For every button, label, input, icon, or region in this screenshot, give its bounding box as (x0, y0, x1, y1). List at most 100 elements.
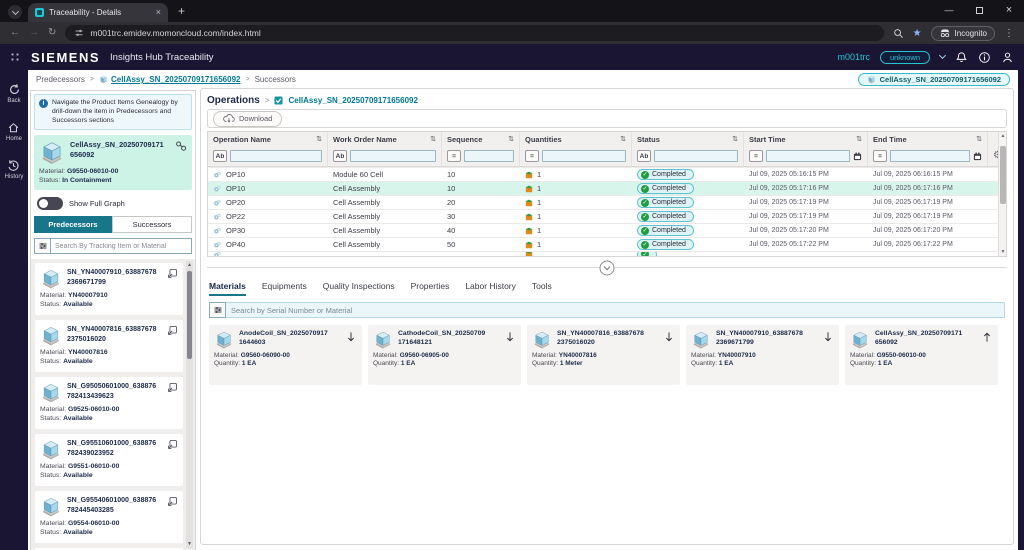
browser-menu-icon[interactable]: ⋮ (1004, 28, 1014, 39)
drill-down-icon[interactable] (167, 382, 178, 393)
calendar-icon[interactable] (973, 152, 982, 161)
drill-down-icon[interactable] (167, 325, 178, 336)
list-item[interactable]: SN_G95510601000_638876782439023952 Mater… (35, 434, 183, 486)
col-operation-name[interactable]: Operation Name (213, 135, 271, 144)
show-full-graph-toggle[interactable] (37, 197, 63, 210)
new-tab-button[interactable]: + (178, 4, 185, 18)
sort-icon[interactable]: ⇅ (856, 135, 862, 143)
operation-row[interactable]: OP10 Module 60 Cell 10 1 ✓Completed Jul … (208, 167, 1006, 181)
drill-down-icon[interactable] (167, 268, 178, 279)
close-button[interactable]: × (994, 0, 1024, 20)
context-item-pill[interactable]: CellAssy_SN_20250709171656092 (858, 73, 1010, 86)
list-item[interactable]: SN_YN40007910_638876782369671799 Materia… (35, 263, 183, 315)
operation-row[interactable]: OP30 Cell Assembly 40 1 ✓Completed Jul 0… (208, 223, 1006, 237)
tab-quality-inspections[interactable]: Quality Inspections (323, 281, 395, 296)
sort-icon[interactable]: ⇅ (316, 135, 322, 143)
operation-row[interactable]: OP22 Cell Assembly 30 1 ✓Completed Jul 0… (208, 209, 1006, 223)
tab-equipments[interactable]: Equipments (262, 281, 307, 296)
site-settings-icon[interactable] (74, 28, 84, 38)
url-bar[interactable]: m001trc.emidev.momoncloud.com/index.html (65, 25, 883, 41)
operations-item-link[interactable]: CellAssy_SN_20250709171656092 (288, 96, 417, 105)
sort-icon[interactable]: ⇅ (732, 135, 738, 143)
drill-down-icon[interactable] (167, 439, 178, 450)
filter-type-button[interactable]: = (447, 150, 461, 162)
tab-properties[interactable]: Properties (411, 281, 450, 296)
material-card[interactable]: SN_YN40007910_638876782369671799 Materia… (686, 325, 839, 385)
filter-type-button[interactable]: = (749, 150, 763, 162)
search-scope-button[interactable] (209, 302, 226, 318)
bookmark-star-icon[interactable]: ★ (913, 28, 922, 39)
filter-end-time[interactable] (890, 150, 970, 162)
operation-row[interactable]: OP40 Cell Assembly 50 1 ✓Completed Jul 0… (208, 237, 1006, 251)
tab-search-button[interactable] (8, 5, 22, 19)
maximize-button[interactable] (964, 0, 994, 20)
drill-down-icon[interactable] (167, 496, 178, 507)
operation-row[interactable]: OP20 Cell Assembly 20 1 ✓Completed Jul 0… (208, 195, 1006, 209)
filter-status[interactable] (654, 150, 738, 162)
filter-sequence[interactable] (464, 150, 514, 162)
tab-close-icon[interactable]: × (156, 8, 161, 17)
col-sequence[interactable]: Sequence (447, 135, 482, 144)
minimize-button[interactable]: — (934, 0, 964, 20)
col-start-time[interactable]: Start Time (749, 135, 786, 144)
filter-operation-name[interactable] (230, 150, 322, 162)
sort-icon[interactable]: ⇅ (976, 135, 982, 143)
tab-labor-history[interactable]: Labor History (465, 281, 516, 296)
app-launcher-icon[interactable] (10, 52, 21, 63)
col-status[interactable]: Status (637, 135, 660, 144)
material-card[interactable]: AnodeCoil_SN_20250709171644603 Material:… (209, 325, 362, 385)
list-item[interactable]: SN_G95540601000_638876782445403285 Mater… (35, 491, 183, 543)
material-card[interactable]: SN_YN40007816_638876782375016020 Materia… (527, 325, 680, 385)
search-scope-button[interactable] (34, 238, 51, 254)
filter-start-time[interactable] (766, 150, 850, 162)
sidebar-scrollbar[interactable]: ▲ ▼ (186, 261, 193, 548)
forward-nav-icon[interactable]: → (29, 28, 39, 38)
breadcrumb-current-link[interactable]: CellAssy_SN_20250709171656092 (99, 75, 240, 84)
material-card-title: CathodeCoil_SN_20250709171648121 (398, 330, 488, 350)
back-nav-icon[interactable]: ← (10, 28, 20, 38)
reload-icon[interactable]: ↻ (48, 28, 56, 38)
rail-history-button[interactable]: History (5, 159, 24, 180)
tab-predecessors[interactable]: Predecessors (34, 216, 112, 233)
table-scrollbar[interactable]: ▲ ▼ (998, 132, 1006, 256)
info-button[interactable] (978, 51, 991, 64)
tab-tools[interactable]: Tools (532, 281, 552, 296)
breadcrumb-predecessors[interactable]: Predecessors (36, 75, 85, 84)
filter-type-button[interactable]: = (525, 150, 539, 162)
chevron-down-icon[interactable] (939, 52, 946, 59)
genealogy-icon[interactable] (175, 140, 187, 152)
browser-tab[interactable]: Traceability - Details × (28, 3, 168, 22)
sidebar-search-input[interactable] (51, 238, 192, 254)
sort-icon[interactable]: ⇅ (430, 135, 436, 143)
filter-type-button[interactable]: Ab (213, 150, 227, 162)
rail-back-button[interactable]: Back (7, 83, 20, 104)
material-card[interactable]: CathodeCoil_SN_20250709171648121 Materia… (368, 325, 521, 385)
operation-row-clipped[interactable]: ✓ (208, 251, 1006, 256)
search-icon[interactable] (893, 28, 904, 39)
filter-quantities[interactable] (542, 150, 626, 162)
materials-search-input[interactable] (226, 302, 1005, 318)
selected-item-card[interactable]: CellAssy_SN_20250709171656092 Material: … (34, 135, 192, 190)
rail-home-button[interactable]: Home (6, 121, 22, 142)
list-item[interactable]: SN_YN40007816_638876782375016020 Materia… (35, 320, 183, 372)
tab-successors[interactable]: Successors (112, 216, 192, 233)
user-button[interactable] (1001, 51, 1014, 64)
operation-row-selected[interactable]: OP10 Cell Assembly 10 1 ✓Completed Jul 0… (208, 181, 1006, 195)
material-card[interactable]: CellAssy_SN_20250709171656092 Material: … (845, 325, 998, 385)
sort-icon[interactable]: ⇅ (508, 135, 514, 143)
tab-materials[interactable]: Materials (209, 281, 246, 296)
download-button[interactable]: Download (213, 111, 282, 127)
filter-type-button[interactable]: Ab (637, 150, 651, 162)
calendar-icon[interactable] (853, 152, 862, 161)
filter-type-button[interactable]: Ab (333, 150, 347, 162)
filter-work-order[interactable] (350, 150, 436, 162)
col-work-order-name[interactable]: Work Order Name (333, 135, 397, 144)
filter-type-button[interactable]: = (873, 150, 887, 162)
breadcrumb-successors[interactable]: Successors (255, 75, 296, 84)
col-quantities[interactable]: Quantities (525, 135, 562, 144)
sort-icon[interactable]: ⇅ (620, 135, 626, 143)
col-end-time[interactable]: End Time (873, 135, 907, 144)
notifications-button[interactable] (955, 51, 968, 64)
list-item[interactable]: SN_G95050601000_638876782413439623 Mater… (35, 377, 183, 429)
collapse-chevron-button[interactable] (599, 260, 615, 276)
